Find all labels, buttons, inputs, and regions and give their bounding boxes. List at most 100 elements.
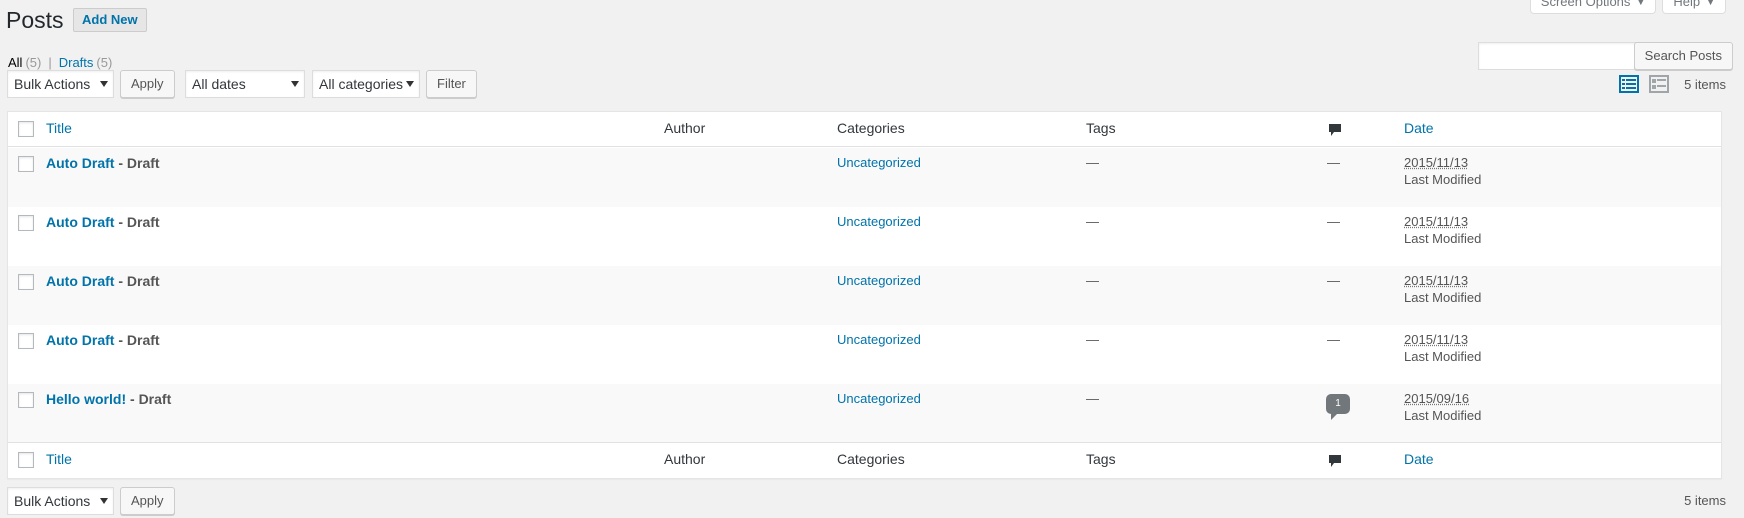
posts-table: Title Author Categories Tags Date Auto D… <box>7 111 1722 479</box>
views-separator: | <box>48 55 52 70</box>
items-count-top: 5 items <box>1684 77 1726 92</box>
row-checkbox[interactable] <box>18 333 34 349</box>
excerpt-view-icon[interactable] <box>1649 74 1669 94</box>
row-checkbox[interactable] <box>18 215 34 231</box>
screen-options-button[interactable]: Screen Options ▼ <box>1529 0 1657 14</box>
category-link[interactable]: Uncategorized <box>837 332 921 347</box>
post-title-link[interactable]: Auto Draft <box>46 332 114 348</box>
post-title-link[interactable]: Auto Draft <box>46 155 114 171</box>
category-link[interactable]: Uncategorized <box>837 273 921 288</box>
chevron-down-icon: ▼ <box>1636 0 1646 7</box>
tags-value: — <box>1086 155 1099 170</box>
bulk-actions-select-top[interactable]: Bulk Actions <box>7 70 114 98</box>
tags-value: — <box>1086 273 1099 288</box>
table-row: Auto Draft - Draft Uncategorized — — 2015/11… <box>8 148 1721 207</box>
view-switch <box>1619 74 1669 94</box>
comments-value: — <box>1327 155 1340 170</box>
post-state: - Draft <box>114 273 160 289</box>
help-button[interactable]: Help ▼ <box>1662 0 1726 14</box>
table-row: Auto Draft - Draft Uncategorized — — 2015/11… <box>8 266 1721 325</box>
column-tags-footer: Tags <box>1086 451 1116 467</box>
chevron-down-icon <box>406 81 414 87</box>
date-filter-select[interactable]: All dates <box>185 70 305 98</box>
row-checkbox[interactable] <box>18 156 34 172</box>
category-link[interactable]: Uncategorized <box>837 391 921 406</box>
view-drafts-label: Drafts <box>58 55 94 70</box>
table-row: Auto Draft - Draft Uncategorized — — 2015/11… <box>8 207 1721 266</box>
select-all-checkbox[interactable] <box>18 121 34 137</box>
post-date-status: Last Modified <box>1404 408 1482 423</box>
apply-button-top[interactable]: Apply <box>120 70 175 98</box>
column-categories-header: Categories <box>837 120 905 136</box>
post-date: 2015/11/13 <box>1404 332 1469 347</box>
filter-button[interactable]: Filter <box>426 70 477 98</box>
date-filter-value: All dates <box>192 76 246 92</box>
column-author-footer: Author <box>664 451 706 467</box>
bulk-actions-value: Bulk Actions <box>14 76 91 92</box>
view-all-count: (5) <box>25 55 42 70</box>
table-header: Title Author Categories Tags Date <box>8 112 1721 147</box>
row-title-cell: Auto Draft - Draft <box>46 273 160 289</box>
post-state: - Draft <box>114 332 160 348</box>
row-title-cell: Auto Draft - Draft <box>46 155 160 171</box>
view-drafts-link[interactable]: Drafts (5) <box>59 55 113 70</box>
apply-button-bottom[interactable]: Apply <box>120 487 175 515</box>
column-tags-header: Tags <box>1086 120 1116 136</box>
tags-value: — <box>1086 214 1099 229</box>
row-checkbox[interactable] <box>18 274 34 290</box>
post-date-status: Last Modified <box>1404 290 1482 305</box>
list-view-icon[interactable] <box>1619 74 1639 94</box>
comment-count-bubble[interactable]: 1 <box>1326 394 1350 420</box>
row-title-cell: Hello world! - Draft <box>46 391 171 407</box>
comments-value: — <box>1327 273 1340 288</box>
comments-value: — <box>1327 214 1340 229</box>
column-title-header[interactable]: Title <box>46 120 72 136</box>
chevron-down-icon: ▼ <box>1706 0 1715 7</box>
post-date: 2015/11/13 <box>1404 214 1469 229</box>
column-date-header[interactable]: Date <box>1404 120 1434 136</box>
bulk-actions-select-bottom[interactable]: Bulk Actions <box>7 487 114 515</box>
chevron-down-icon <box>100 498 108 504</box>
screen-options-label: Screen Options <box>1540 0 1631 9</box>
chevron-down-icon <box>291 81 299 87</box>
column-author-header: Author <box>664 120 706 136</box>
post-state: - Draft <box>114 155 160 171</box>
page-title: Posts <box>6 7 64 33</box>
category-link[interactable]: Uncategorized <box>837 155 921 170</box>
post-state: - Draft <box>114 214 160 230</box>
post-title-link[interactable]: Auto Draft <box>46 273 114 289</box>
row-checkbox[interactable] <box>18 392 34 408</box>
view-all-label: All <box>8 55 23 70</box>
post-title-link[interactable]: Auto Draft <box>46 214 114 230</box>
comments-value: — <box>1327 332 1340 347</box>
post-date-status: Last Modified <box>1404 231 1482 246</box>
comment-icon[interactable] <box>1328 123 1342 137</box>
table-footer: Title Author Categories Tags Date <box>8 442 1721 479</box>
post-status-views: All (5) | Drafts (5) <box>8 55 112 70</box>
category-filter-value: All categories <box>319 76 404 92</box>
column-title-footer[interactable]: Title <box>46 451 72 467</box>
post-date-status: Last Modified <box>1404 172 1482 187</box>
screen-meta-links: Screen Options ▼ Help ▼ <box>1529 0 1726 14</box>
column-categories-footer: Categories <box>837 451 905 467</box>
comment-icon[interactable] <box>1328 454 1342 468</box>
post-search-input[interactable] <box>1478 42 1647 70</box>
category-link[interactable]: Uncategorized <box>837 214 921 229</box>
post-state: - Draft <box>126 391 172 407</box>
view-all-link[interactable]: All (5) <box>8 55 41 70</box>
row-title-cell: Auto Draft - Draft <box>46 332 160 348</box>
table-row: Auto Draft - Draft Uncategorized — — 2015/11… <box>8 325 1721 384</box>
column-date-footer[interactable]: Date <box>1404 451 1434 467</box>
post-title-link[interactable]: Hello world! <box>46 391 126 407</box>
tags-value: — <box>1086 391 1099 406</box>
chevron-down-icon <box>100 81 108 87</box>
post-date: 2015/11/13 <box>1404 273 1469 288</box>
category-filter-select[interactable]: All categories <box>312 70 420 98</box>
row-title-cell: Auto Draft - Draft <box>46 214 160 230</box>
post-date: 2015/09/16 <box>1404 391 1470 406</box>
items-count-bottom: 5 items <box>1684 493 1726 508</box>
search-posts-button[interactable]: Search Posts <box>1633 42 1733 70</box>
select-all-checkbox-footer[interactable] <box>18 452 34 468</box>
add-new-button[interactable]: Add New <box>73 8 147 32</box>
post-date: 2015/11/13 <box>1404 155 1469 170</box>
